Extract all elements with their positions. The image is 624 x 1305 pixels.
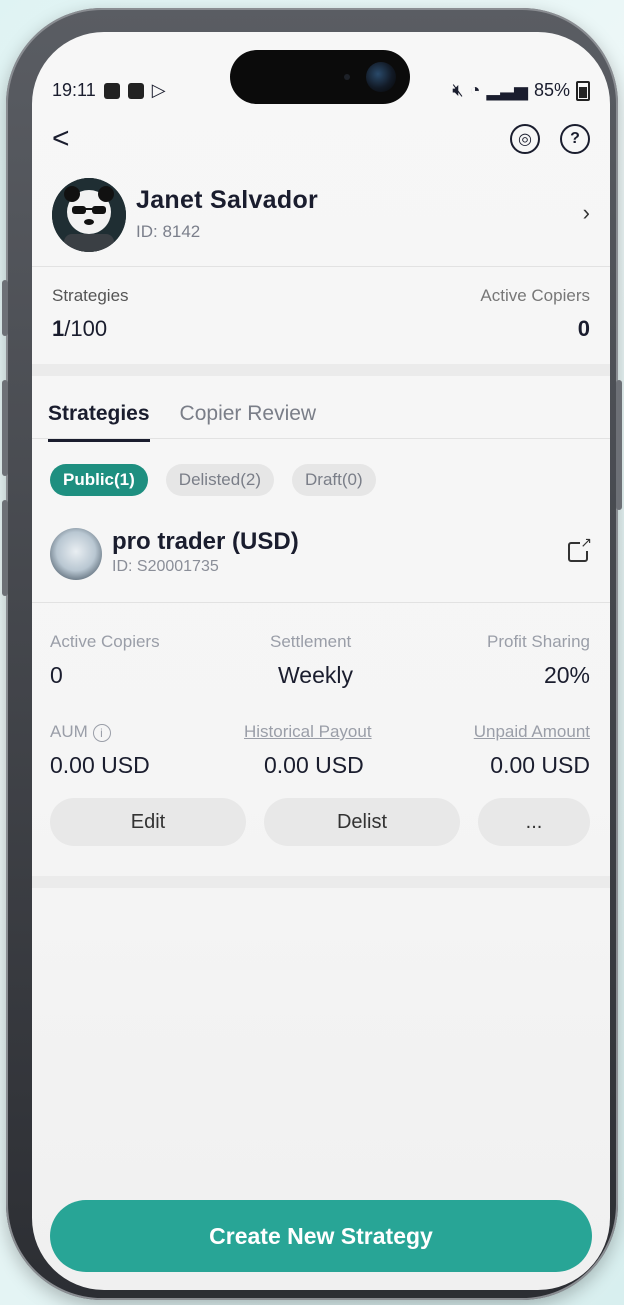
strategy-metrics-row-1: Active Copiers 0 Settlement Weekly Profi… [50,632,590,692]
edit-button[interactable]: Edit [50,798,246,846]
side-button [2,380,8,476]
profile-id: ID: 8142 [136,222,201,241]
active-copiers-label: Active Copiers [50,632,160,651]
strategy-metrics-row-2: AUM i 0.00 USD Historical Payout 0.00 US… [50,722,590,782]
divider [32,266,610,267]
active-copiers-label: Active Copiers [480,286,590,305]
battery-percent: 85% [533,80,570,100]
filter-public[interactable]: Public(1) [50,464,148,496]
divider [32,602,610,603]
strategy-actions: Edit Delist ... [50,798,592,846]
summary-stats: Strategies 1/100 Active Copiers 0 [52,286,590,346]
active-copiers-value: 0 [50,662,63,688]
mute-icon: 🔇︎ [452,80,464,100]
historical-payout-value: 0.00 USD [264,752,364,778]
support-icon[interactable]: ◎ [510,124,540,154]
strategies-label: Strategies [52,286,129,305]
play-store-icon: ▷ [151,80,166,100]
back-button[interactable]: < [52,124,70,154]
side-button [2,500,8,596]
active-copiers-value: 0 [577,316,590,341]
status-time: 19:11 [52,80,96,100]
section-separator [32,364,610,376]
help-icon[interactable]: ? [560,124,590,154]
external-link-icon[interactable] [568,534,592,562]
info-icon[interactable]: i [92,724,111,742]
wifi-icon: ◔ [469,80,481,100]
profit-sharing-value: 20% [543,662,590,688]
avatar [52,178,126,252]
tab-strategies[interactable]: Strategies [48,402,150,442]
profit-sharing-label: Profit Sharing [487,632,590,651]
check-icon [127,82,144,99]
aum-label-text: AUM [50,722,88,741]
section-separator [32,876,610,888]
tab-bar: Strategies Copier Review [48,402,316,442]
more-button[interactable]: ... [478,798,590,846]
strategy-avatar [50,528,102,580]
aum-value: 0.00 USD [50,752,150,778]
profile-name: Janet Salvador [136,186,319,214]
settlement-value: Weekly [278,662,353,688]
unpaid-amount-link[interactable]: Unpaid Amount [474,722,590,742]
settlement-label: Settlement [270,632,352,651]
strategy-name: pro trader (USD) [112,528,299,555]
strategies-total: /100 [64,316,108,341]
strategies-count: 1/100 [52,316,107,342]
panda-avatar-icon [52,178,126,252]
app-screen: 19:11 ▷ 🔇︎ ◔ ▂▃▅ 85% < ◎ ? Janet Salvado… [32,32,610,1290]
tab-divider [32,438,610,439]
status-right: 🔇︎ ◔ ▂▃▅ 85% [452,80,590,101]
unpaid-amount-value: 0.00 USD [490,752,590,778]
tab-copier-review[interactable]: Copier Review [180,402,317,442]
filter-pills: Public(1) Delisted(2) Draft(0) [50,464,376,496]
battery-icon [576,80,590,101]
aum-label: AUM i [50,722,111,742]
delist-button[interactable]: Delist [264,798,460,846]
strategy-header[interactable]: pro trader (USD) ID: S20001735 [50,526,592,586]
filter-draft[interactable]: Draft(0) [292,464,376,496]
top-nav: < ◎ ? [52,124,590,160]
create-new-strategy-button[interactable]: Create New Strategy [50,1200,592,1272]
image-icon [103,82,120,99]
filter-delisted[interactable]: Delisted(2) [165,464,274,496]
signal-icon: ▂▃▅ [486,80,528,100]
side-button [616,380,622,510]
historical-payout-link[interactable]: Historical Payout [244,722,372,742]
status-left: 19:11 ▷ [52,80,166,101]
strategies-count-value: 1 [52,316,65,341]
status-bar: 19:11 ▷ 🔇︎ ◔ ▂▃▅ 85% [52,80,590,104]
strategy-id: ID: S20001735 [112,558,219,575]
profile-card[interactable]: Janet Salvador ID: 8142 › [52,178,590,254]
side-button [2,280,8,336]
chevron-right-icon[interactable]: › [583,200,590,226]
